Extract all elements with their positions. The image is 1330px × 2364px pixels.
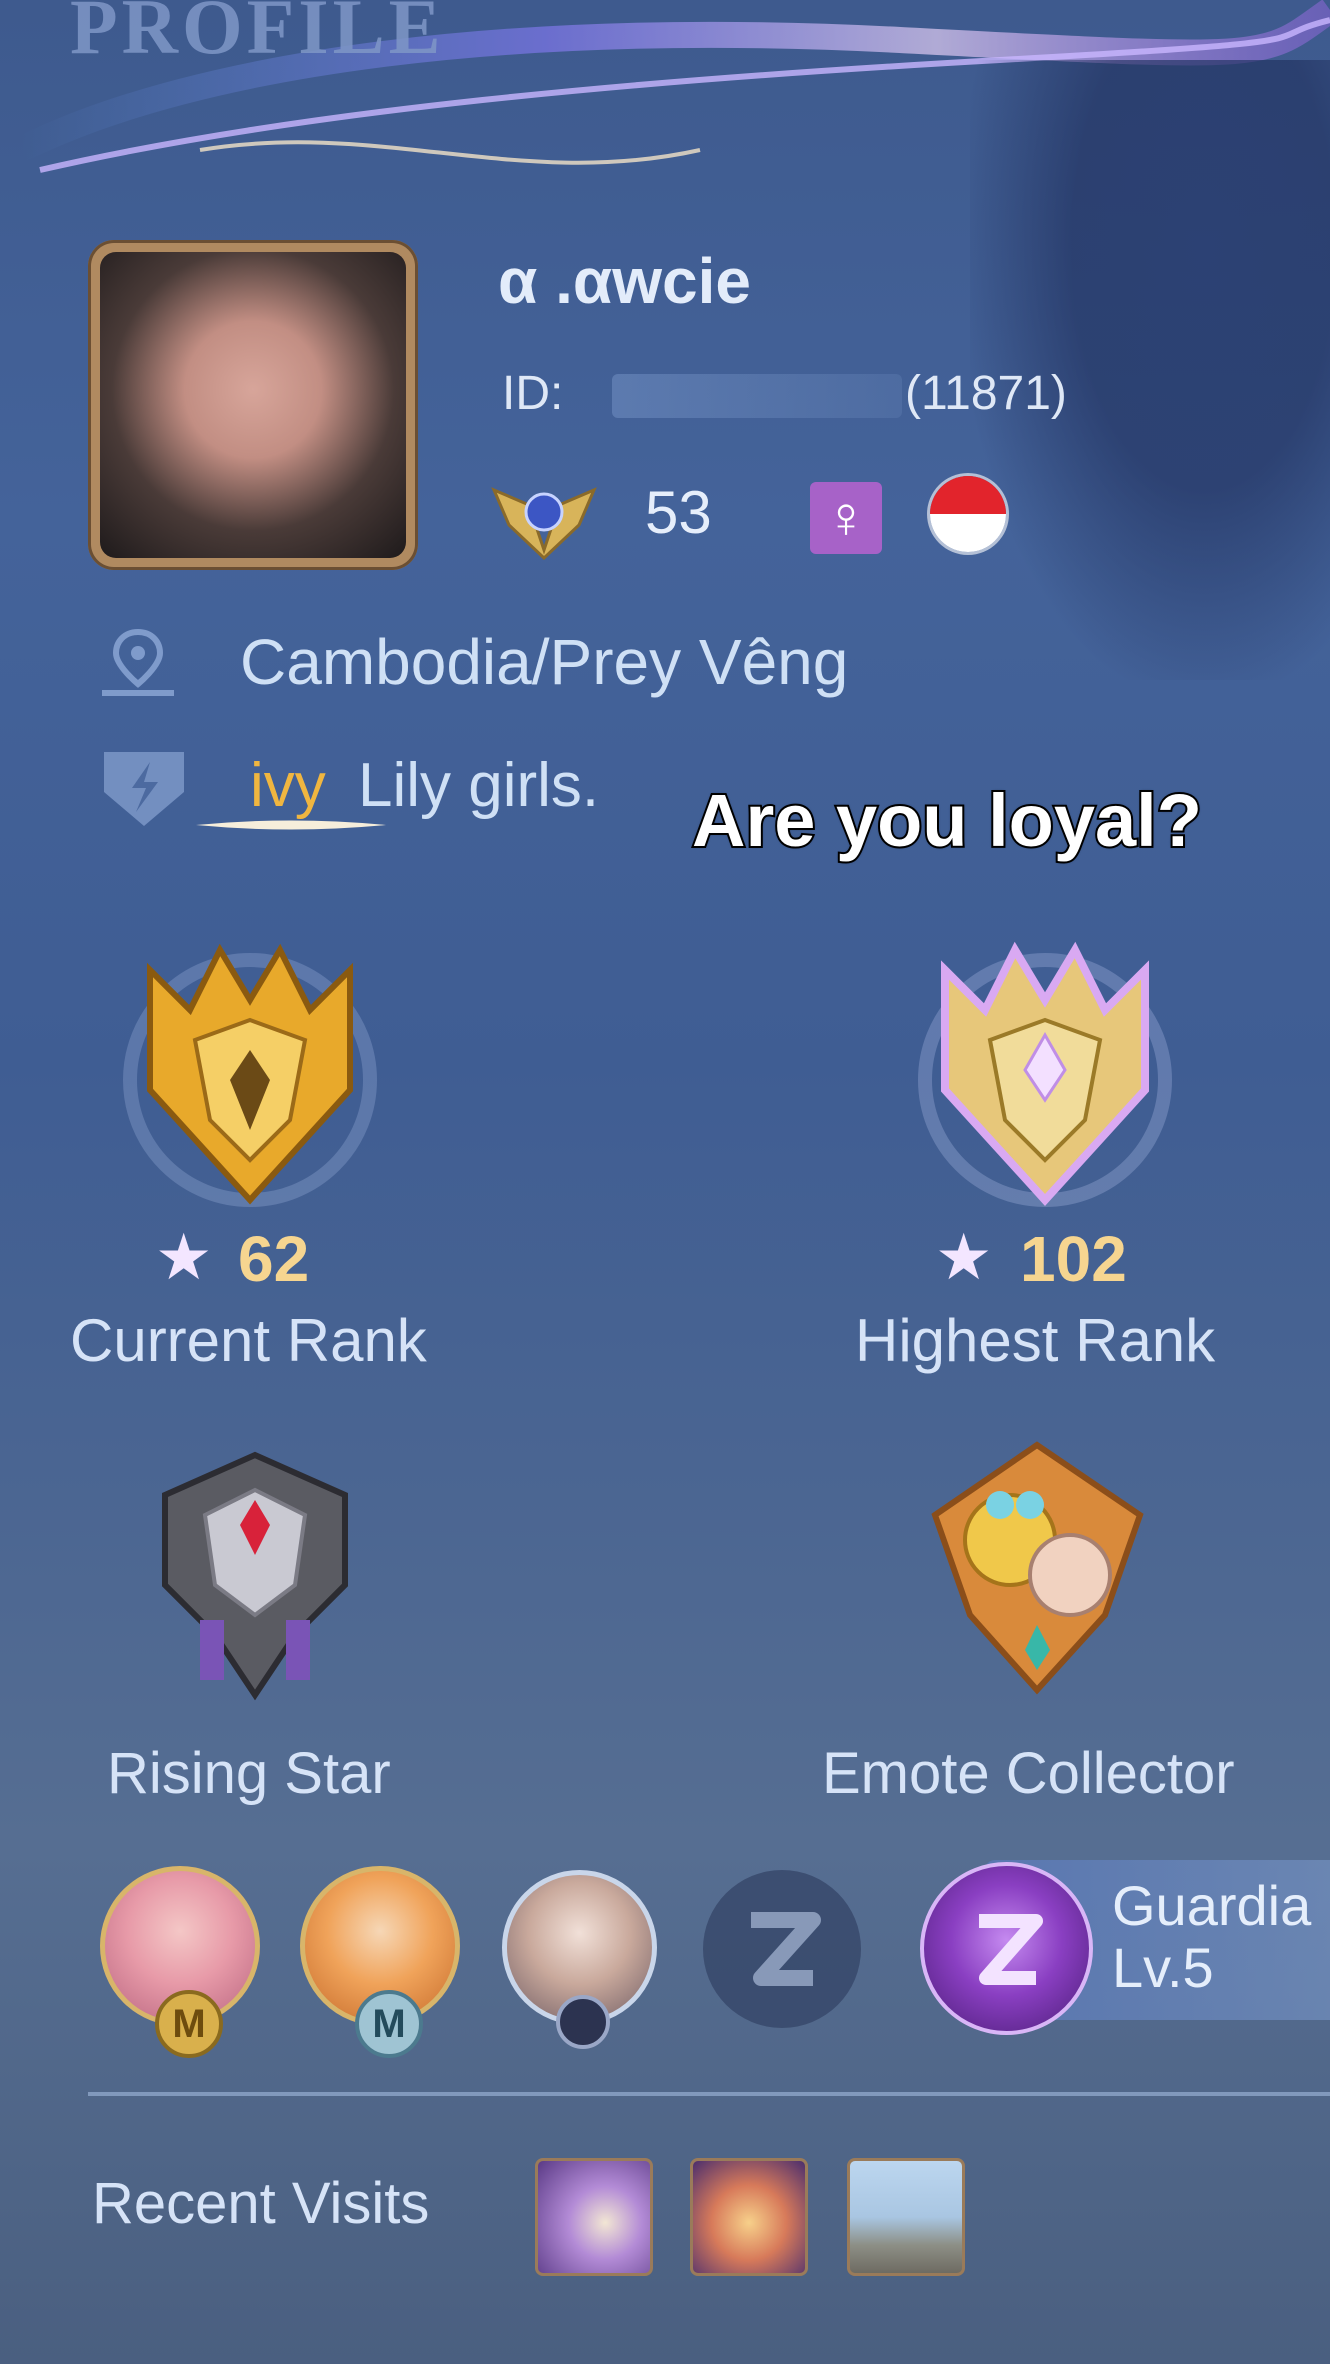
avatar[interactable] [88, 240, 418, 570]
recent-visitor-avatar-1[interactable] [535, 2158, 653, 2276]
current-rank-label: Current Rank [70, 1307, 427, 1374]
guardian-title: Guardia [1112, 1874, 1312, 1937]
recent-visits-label: Recent Visits [92, 2171, 430, 2236]
squad-underline-decoration [196, 820, 386, 830]
female-gender-icon: ♀ [810, 482, 882, 554]
z-logo-icon [751, 1912, 821, 1986]
highest-rank-emblem-icon[interactable] [895, 930, 1195, 1230]
username: α .αwcie [498, 245, 751, 317]
section-divider [88, 2092, 1330, 2096]
current-rank-star-icon: ★ [155, 1221, 213, 1293]
squad-tag: ivy [250, 751, 326, 820]
overlay-caption: Are you loyal? [690, 777, 1204, 864]
id-label: ID: [502, 367, 564, 420]
guardian-level: Lv.5 [1112, 1936, 1214, 1999]
guardian-emblem-icon [920, 1862, 1093, 2035]
highest-rank-stars: 102 [1020, 1223, 1127, 1295]
id-server: (11871) [905, 367, 1067, 420]
mastery-badge-icon: M [155, 1990, 223, 2058]
emote-collector-badge-icon[interactable] [905, 1425, 1170, 1705]
highest-rank-star-icon: ★ [935, 1221, 993, 1293]
page-title: PROFILE [70, 0, 445, 70]
empty-hero-slot[interactable] [703, 1870, 861, 2028]
achievement-label-rising-star: Rising Star [107, 1741, 391, 1806]
squad-name[interactable]: Lily girls. [358, 750, 599, 821]
level-badge-icon [491, 487, 597, 560]
avatar-photo [100, 252, 406, 558]
recent-visitor-avatar-2[interactable] [690, 2158, 808, 2276]
level-number: 53 [645, 479, 712, 546]
location-text: Cambodia/Prey Vêng [240, 626, 849, 698]
recent-visitor-avatar-3[interactable] [847, 2158, 965, 2276]
rising-star-badge-icon[interactable] [125, 1435, 385, 1705]
highest-rank-label: Highest Rank [855, 1307, 1216, 1374]
current-rank-emblem-icon[interactable] [100, 930, 400, 1230]
id-redacted-mask [612, 374, 902, 418]
current-rank-stars: 62 [238, 1223, 310, 1295]
achievement-label-emote-collector: Emote Collector [822, 1741, 1235, 1806]
country-flag-icon [930, 476, 1006, 552]
mastery-badge-icon: M [355, 1990, 423, 2058]
hero-badge-icon [556, 1995, 610, 2049]
squad-shield-icon [104, 752, 184, 826]
location-pin-icon [102, 628, 174, 696]
